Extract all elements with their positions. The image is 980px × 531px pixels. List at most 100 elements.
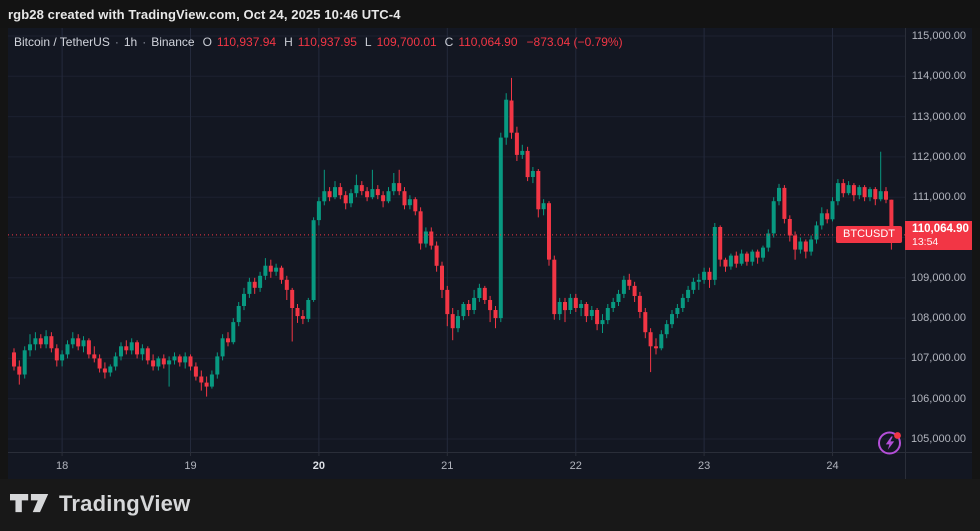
candle-body xyxy=(82,340,86,346)
price-tick-label: 113,000.00 xyxy=(912,111,966,123)
price-tick-label: 115,000.00 xyxy=(912,30,966,42)
candle-body xyxy=(708,272,712,280)
candle-body xyxy=(226,338,230,342)
candle-body xyxy=(884,191,888,200)
candle-body xyxy=(162,358,166,364)
candle-body xyxy=(360,185,364,191)
candle-body xyxy=(167,360,171,364)
candle-body xyxy=(815,225,819,239)
candle-body xyxy=(563,302,567,310)
candle-body xyxy=(499,138,503,319)
candle-body xyxy=(253,282,257,288)
candle-body xyxy=(413,199,417,211)
candle-body xyxy=(670,314,674,324)
candle-body xyxy=(173,356,177,360)
candle-body xyxy=(92,354,96,358)
candle-body xyxy=(435,246,439,266)
open-label: O xyxy=(203,35,212,49)
candle-body xyxy=(825,213,829,219)
time-tick-label: 21 xyxy=(441,460,453,472)
candle-body xyxy=(130,342,134,350)
candle-body xyxy=(750,252,754,262)
tradingview-logo[interactable]: TradingView xyxy=(10,491,190,517)
candle-body xyxy=(306,300,310,319)
candle-body xyxy=(60,354,64,360)
symbol-legend: Bitcoin / TetherUS · 1h · Binance O 110,… xyxy=(14,35,623,49)
candle-body xyxy=(215,356,219,374)
candle-body xyxy=(766,234,770,248)
legend-separator: · xyxy=(142,35,146,49)
candle-body xyxy=(349,193,353,203)
time-tick-label: 18 xyxy=(56,460,68,472)
candle-body xyxy=(841,183,845,193)
candle-body xyxy=(756,252,760,258)
price-tick-label: 109,000.00 xyxy=(911,272,966,284)
candle-body xyxy=(831,201,835,219)
notification-dot xyxy=(894,432,901,439)
candle-body xyxy=(879,191,883,199)
candle-body xyxy=(868,189,872,197)
lightning-icon[interactable] xyxy=(877,430,903,456)
candle-body xyxy=(376,189,380,195)
candle-body xyxy=(183,356,187,362)
candle-body xyxy=(66,344,70,354)
candle-body xyxy=(579,304,583,308)
candle-body xyxy=(595,310,599,324)
candle-body xyxy=(691,282,695,290)
last-price-label: 110,064.90 13:54 xyxy=(905,221,972,250)
candlestick-chart[interactable] xyxy=(8,28,972,479)
candle-body xyxy=(857,187,861,195)
low-value: 109,700.01 xyxy=(377,35,437,49)
low-label: L xyxy=(365,35,372,49)
candle-body xyxy=(419,211,423,243)
candle-body xyxy=(242,294,246,306)
candle-body xyxy=(675,308,679,314)
candle-body xyxy=(536,171,540,209)
candle-body xyxy=(76,338,80,346)
price-tick-label: 105,000.00 xyxy=(911,433,966,445)
high-value: 110,937.95 xyxy=(298,35,357,49)
candle-wick xyxy=(581,300,582,316)
candle-body xyxy=(681,298,685,308)
price-tick-label: 112,000.00 xyxy=(912,151,966,163)
bar-countdown: 13:54 xyxy=(912,236,972,248)
candle-body xyxy=(247,282,251,294)
chart-pane[interactable]: Bitcoin / TetherUS · 1h · Binance O 110,… xyxy=(8,28,972,479)
candle-body xyxy=(729,256,733,267)
candle-body xyxy=(526,151,530,177)
candle-body xyxy=(28,344,32,350)
candle-body xyxy=(151,360,155,366)
candle-body xyxy=(328,191,332,197)
candle-body xyxy=(333,187,337,197)
candle-body xyxy=(665,324,669,334)
candle-body xyxy=(23,350,27,374)
exchange-label: Binance xyxy=(151,35,194,49)
candle-body xyxy=(146,348,150,360)
candle-body xyxy=(467,304,471,310)
candle-body xyxy=(761,248,765,258)
time-tick-label: 20 xyxy=(313,460,325,472)
candle-body xyxy=(547,203,551,259)
last-price-value: 110,064.90 xyxy=(912,223,972,235)
candle-body xyxy=(290,290,294,308)
candle-body xyxy=(477,288,481,298)
symbol-tag: BTCUSDT xyxy=(836,226,902,243)
candle-body xyxy=(199,377,203,383)
candle-body xyxy=(483,288,487,300)
candle-body xyxy=(338,187,342,195)
candle-body xyxy=(633,286,637,296)
candle-body xyxy=(114,356,118,366)
candle-body xyxy=(772,201,776,233)
candle-body xyxy=(103,369,107,373)
candle-body xyxy=(515,133,519,155)
candle-body xyxy=(280,268,284,280)
legend-separator: · xyxy=(115,35,119,49)
candle-body xyxy=(424,232,428,244)
candle-body xyxy=(440,266,444,290)
interval-label: 1h xyxy=(124,35,137,49)
candle-body xyxy=(740,254,744,264)
time-tick-label: 22 xyxy=(570,460,582,472)
candle-body xyxy=(263,266,267,276)
candle-body xyxy=(210,375,214,387)
candle-body xyxy=(381,195,385,201)
